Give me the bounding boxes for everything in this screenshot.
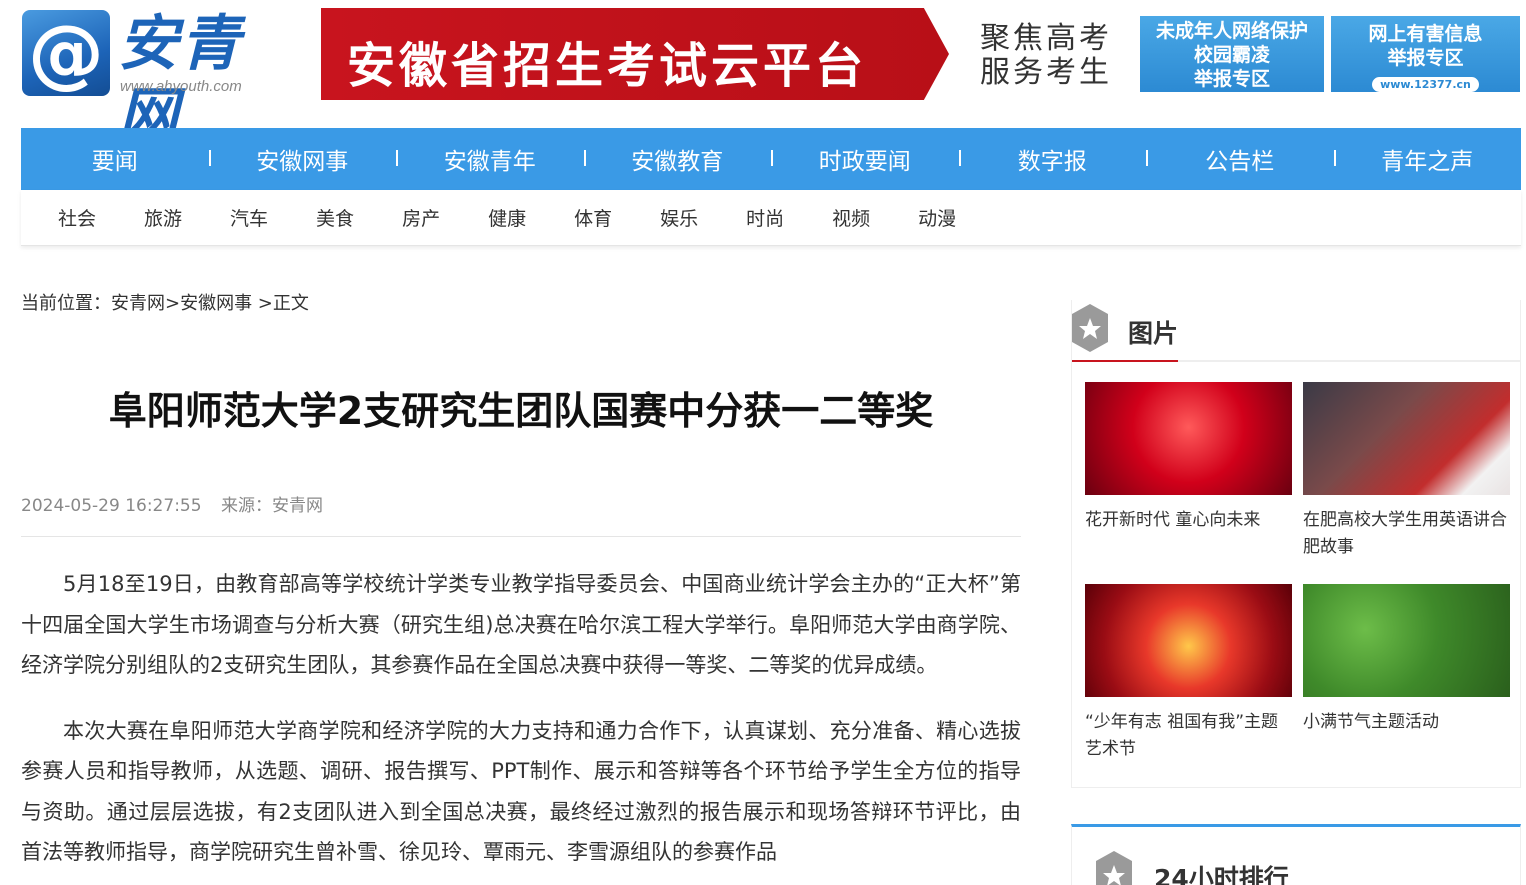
breadcrumb[interactable]: 当前位置：安青网>安徽网事 >正文 — [21, 289, 309, 315]
picture-card[interactable]: 在肥高校大学生用英语讲合肥故事 — [1303, 382, 1510, 561]
logo-url: www.ahyouth.com — [120, 78, 242, 95]
sub-nav-item[interactable]: 动漫 — [918, 204, 956, 231]
sub-nav-item[interactable]: 视频 — [832, 204, 870, 231]
picture-card[interactable]: 小满节气主题活动 — [1303, 584, 1510, 736]
picture-thumbnail[interactable] — [1085, 382, 1292, 495]
picture-thumbnail[interactable] — [1085, 584, 1292, 697]
ad-line: 举报专区 — [1193, 68, 1270, 90]
header-accent — [1072, 360, 1178, 362]
picture-thumbnail[interactable] — [1303, 584, 1510, 697]
pictures-title: 图片 — [1128, 319, 1179, 348]
nav-item-politics[interactable]: 时政要闻 — [771, 142, 959, 176]
sub-nav: 社会 旅游 汽车 美食 房产 健康 体育 娱乐 时尚 视频 动漫 — [21, 190, 1521, 246]
banner-slogan[interactable]: 聚焦高考 服务考生 — [980, 22, 1120, 90]
article-date: 2024-05-29 16:27:55 — [21, 496, 202, 516]
main-nav: 要闻 安徽网事 安徽青年 安徽教育 时政要闻 数字报 公告栏 青年之声 — [21, 128, 1521, 190]
divider — [21, 536, 1021, 537]
logo-at-icon: @ — [22, 10, 110, 96]
banner-slogan-line: 服务考生 — [980, 55, 1112, 90]
sub-nav-item[interactable]: 美食 — [316, 204, 354, 231]
article-body: 5月18至19日，由教育部高等学校统计学类专业教学指导委员会、中国商业统计学会主… — [21, 564, 1021, 885]
sub-nav-item[interactable]: 旅游 — [144, 204, 182, 231]
sub-nav-item[interactable]: 社会 — [58, 204, 96, 231]
picture-caption[interactable]: 花开新时代 童心向未来 — [1085, 507, 1292, 534]
sub-nav-item[interactable]: 娱乐 — [660, 204, 698, 231]
harmful-info-report-ad[interactable]: 网上有害信息 举报专区 www.12377.cn — [1331, 16, 1520, 92]
ad-line: 未成年人网络保护 — [1155, 20, 1308, 42]
sub-nav-item[interactable]: 房产 — [402, 204, 440, 231]
article-source: 来源：安青网 — [220, 496, 323, 516]
picture-caption[interactable]: 小满节气主题活动 — [1303, 709, 1510, 736]
article-paragraph: 5月18至19日，由教育部高等学校统计学类专业教学指导委员会、中国商业统计学会主… — [21, 572, 1021, 677]
ranking-title: 24小时排行 — [1154, 864, 1289, 885]
minor-protection-report-ad[interactable]: 未成年人网络保护 校园霸凌 举报专区 — [1140, 16, 1324, 92]
nav-item-bulletin[interactable]: 公告栏 — [1146, 142, 1334, 176]
ad-line: 校园霸凌 — [1193, 44, 1270, 66]
nav-item-youth-voice[interactable]: 青年之声 — [1333, 142, 1522, 176]
sub-nav-item[interactable]: 体育 — [574, 204, 612, 231]
ranking-panel: 24小时排行 — [1071, 824, 1521, 885]
star-badge-icon — [1072, 304, 1108, 352]
pictures-panel: 图片 花开新时代 童心向未来 在肥高校大学生用英语讲合肥故事 “少年有志 祖国有… — [1071, 300, 1521, 788]
nav-item-anhui-youth[interactable]: 安徽青年 — [396, 142, 584, 176]
article-paragraph: 本次大赛在阜阳师范大学商学院和经济学院的大力支持和通力合作下，认真谋划、充分准备… — [21, 718, 1021, 865]
nav-item-anhui-education[interactable]: 安徽教育 — [583, 142, 772, 176]
picture-caption[interactable]: 在肥高校大学生用英语讲合肥故事 — [1303, 507, 1510, 561]
nav-item-anhui-affairs[interactable]: 安徽网事 — [208, 142, 397, 176]
site-header: @ 安青网 www.ahyouth.com 安徽省招生考试云平台 聚焦高考 服务… — [0, 0, 1526, 151]
site-logo[interactable]: @ 安青网 www.ahyouth.com — [22, 8, 287, 151]
ad-url: www.12377.cn — [1372, 77, 1479, 92]
picture-caption[interactable]: “少年有志 祖国有我”主题艺术节 — [1085, 709, 1292, 763]
ad-line: 举报专区 — [1387, 47, 1464, 69]
pictures-header: 图片 — [1072, 300, 1520, 362]
sub-nav-item[interactable]: 时尚 — [746, 204, 784, 231]
nav-item-digital-paper[interactable]: 数字报 — [958, 142, 1147, 176]
ad-line: 网上有害信息 — [1368, 23, 1483, 45]
article-meta: 2024-05-29 16:27:55 来源：安青网 — [21, 491, 323, 516]
star-badge-icon — [1096, 851, 1132, 885]
sub-nav-item[interactable]: 汽车 — [230, 204, 268, 231]
picture-thumbnail[interactable] — [1303, 382, 1510, 495]
sub-nav-item[interactable]: 健康 — [488, 204, 526, 231]
picture-card[interactable]: 花开新时代 童心向未来 — [1085, 382, 1292, 534]
picture-card[interactable]: “少年有志 祖国有我”主题艺术节 — [1085, 584, 1292, 763]
exam-platform-banner[interactable]: 安徽省招生考试云平台 — [321, 8, 949, 100]
article-title: 阜阳师范大学2支研究生团队国赛中分获一二等奖 — [108, 389, 934, 433]
banner-text: 安徽省招生考试云平台 — [347, 38, 868, 94]
nav-item-news[interactable]: 要闻 — [21, 142, 209, 176]
banner-slogan-line: 聚焦高考 — [980, 21, 1112, 56]
